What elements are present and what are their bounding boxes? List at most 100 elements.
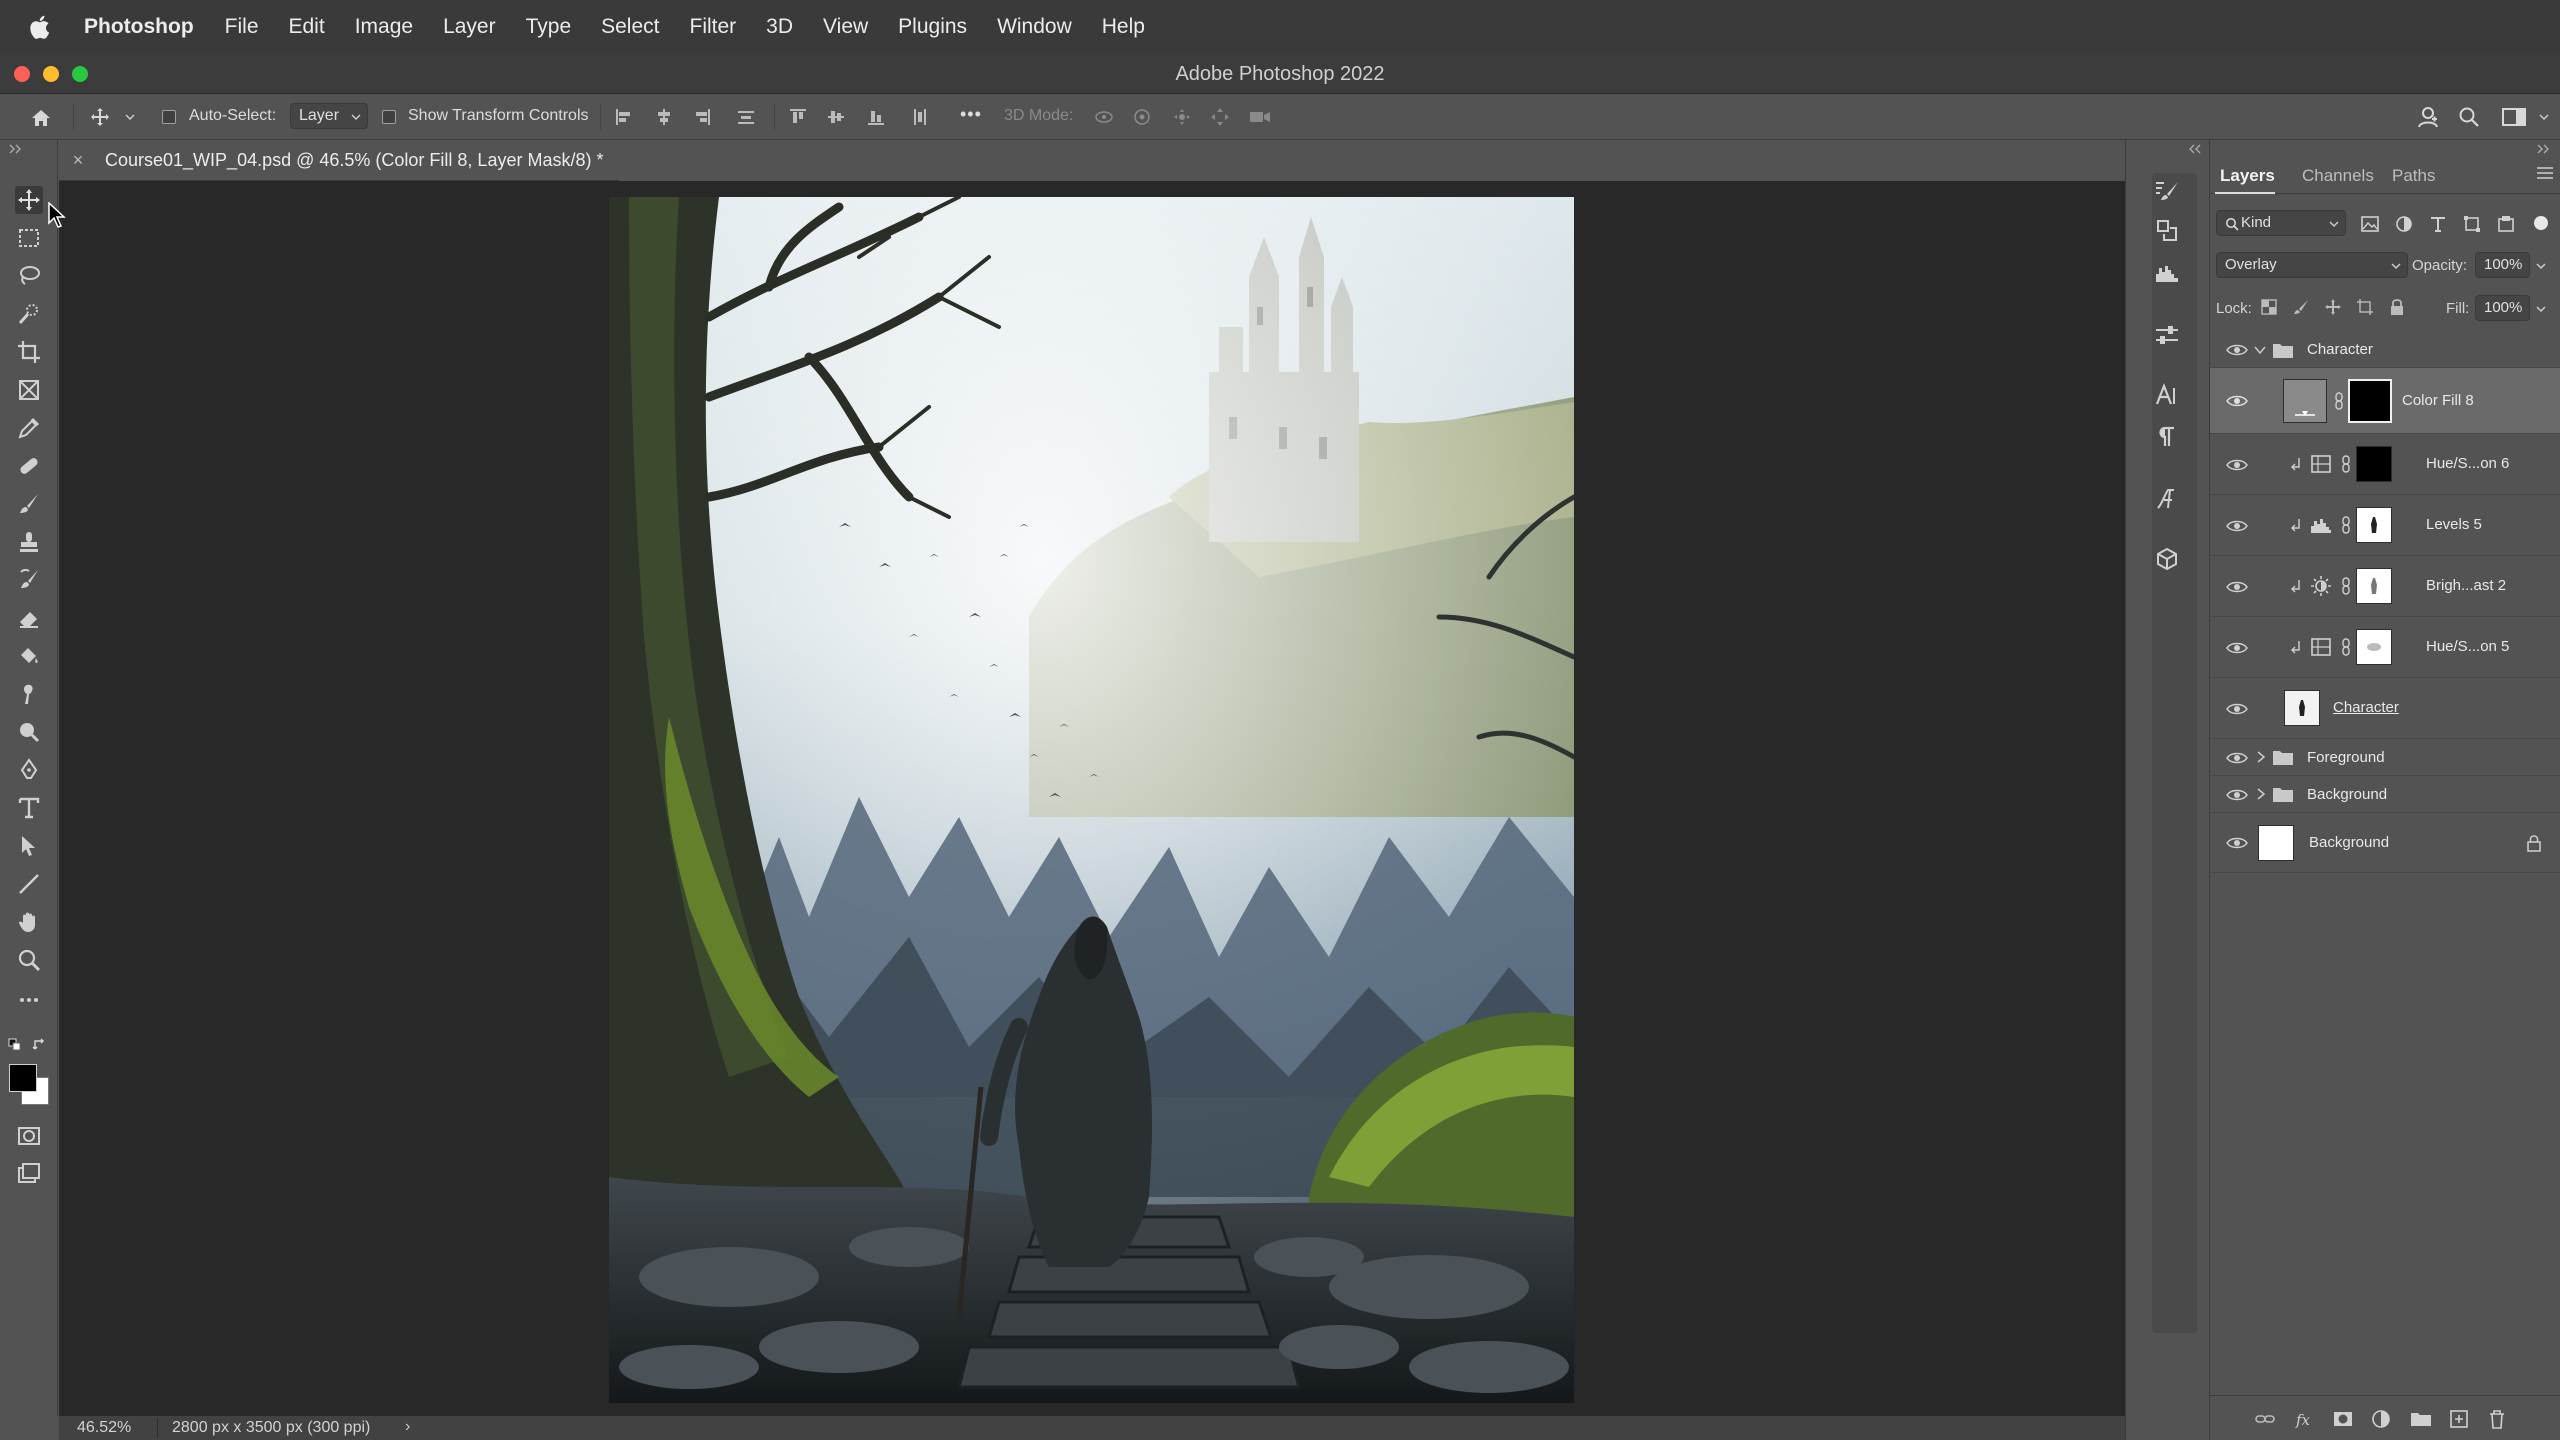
brush-tool[interactable] — [15, 490, 43, 518]
brush-settings-panel-button[interactable] — [2152, 176, 2182, 206]
lock-position-icon[interactable] — [2324, 298, 2342, 316]
lock-transparent-pixels-icon[interactable] — [2260, 298, 2278, 316]
clone-stamp-tool[interactable] — [15, 528, 43, 556]
collapse-panel-icon[interactable] — [2536, 144, 2550, 154]
filter-shape-layers-icon[interactable] — [2462, 214, 2482, 234]
distribute-horizontal-icon[interactable] — [910, 107, 930, 127]
menu-file[interactable]: File — [225, 15, 259, 39]
layer-row-character[interactable]: Character — [2210, 678, 2560, 739]
dodge-tool[interactable] — [15, 718, 43, 746]
new-adjustment-layer-icon[interactable] — [2370, 1408, 2392, 1430]
status-menu-arrow[interactable]: › — [405, 1418, 410, 1436]
eyedropper-tool[interactable] — [15, 414, 43, 442]
eye-icon[interactable] — [2226, 343, 2248, 357]
opacity-input[interactable]: 100% — [2475, 252, 2530, 278]
chevron-right-icon[interactable] — [2256, 788, 2266, 800]
chevron-down-icon[interactable] — [2536, 304, 2546, 314]
layer-filter-kind-dropdown[interactable]: Kind — [2216, 210, 2346, 236]
link-layers-icon[interactable] — [2254, 1408, 2276, 1430]
path-selection-tool[interactable] — [15, 832, 43, 860]
layer-style-fx-icon[interactable]: fx — [2294, 1408, 2316, 1430]
quick-select-tool[interactable] — [15, 300, 43, 328]
app-menu-photoshop[interactable]: Photoshop — [84, 15, 194, 39]
3d-pan-icon[interactable] — [1172, 107, 1192, 127]
collapse-panel-icon[interactable] — [2188, 144, 2202, 154]
layer-mask-thumbnail[interactable] — [2356, 629, 2392, 665]
chevron-down-icon[interactable] — [2254, 345, 2266, 355]
menu-window[interactable]: Window — [997, 15, 1072, 39]
menu-help[interactable]: Help — [1102, 15, 1145, 39]
fill-input[interactable]: 100% — [2475, 295, 2530, 321]
align-bottom-icon[interactable] — [866, 107, 886, 127]
menu-type[interactable]: Type — [526, 15, 572, 39]
swap-colors-icon[interactable] — [32, 1036, 48, 1052]
chevron-down-icon[interactable] — [124, 111, 136, 123]
show-transform-controls-checkbox[interactable] — [382, 110, 396, 124]
menu-image[interactable]: Image — [355, 15, 413, 39]
eye-icon[interactable] — [2226, 458, 2248, 472]
align-vertical-distribute-icon[interactable] — [736, 107, 756, 127]
layer-row-character-group[interactable]: Character — [2210, 332, 2560, 368]
eye-icon[interactable] — [2226, 702, 2248, 716]
paint-bucket-tool[interactable] — [15, 642, 43, 670]
link-chain-icon[interactable] — [2341, 455, 2351, 473]
blend-mode-dropdown[interactable]: Overlay — [2216, 252, 2408, 278]
chevron-right-icon[interactable] — [2256, 751, 2266, 763]
move-tool[interactable] — [15, 186, 43, 214]
marquee-tool[interactable] — [15, 224, 43, 252]
close-tab-button[interactable]: × — [67, 150, 89, 171]
align-vertical-center-icon[interactable] — [826, 107, 846, 127]
tab-paths[interactable]: Paths — [2392, 166, 2435, 186]
align-left-icon[interactable] — [614, 107, 634, 127]
menu-edit[interactable]: Edit — [289, 15, 325, 39]
edit-toolbar-button[interactable] — [15, 986, 43, 1014]
filter-toggle-switch[interactable] — [2534, 216, 2548, 230]
eye-icon[interactable] — [2226, 788, 2248, 802]
layer-row-foreground-group[interactable]: Foreground — [2210, 739, 2560, 776]
auto-select-checkbox[interactable] — [162, 110, 176, 124]
layer-row-color-fill-8[interactable]: Color Fill 8 — [2210, 368, 2560, 434]
zoom-level[interactable]: 46.52% — [77, 1419, 131, 1437]
new-group-icon[interactable] — [2410, 1408, 2432, 1430]
paragraph-panel-button[interactable] — [2152, 422, 2182, 452]
filter-pixel-layers-icon[interactable] — [2360, 214, 2380, 234]
align-right-icon[interactable] — [692, 107, 712, 127]
layer-mask-thumbnail[interactable] — [2356, 568, 2392, 604]
share-icon[interactable] — [2416, 105, 2440, 129]
menu-layer[interactable]: Layer — [443, 15, 496, 39]
lock-image-pixels-icon[interactable] — [2292, 298, 2310, 316]
link-chain-icon[interactable] — [2341, 577, 2351, 595]
layer-row-levels-5[interactable]: Levels 5 — [2210, 495, 2560, 556]
apple-icon[interactable] — [28, 14, 50, 40]
3d-slide-icon[interactable] — [1210, 107, 1230, 127]
glyphs-panel-button[interactable] — [2152, 484, 2182, 514]
document-artwork[interactable] — [609, 197, 1574, 1403]
tab-layers[interactable]: Layers — [2220, 166, 2275, 186]
trash-icon[interactable] — [2486, 1408, 2508, 1430]
filter-type-layers-icon[interactable] — [2428, 214, 2448, 234]
eye-icon[interactable] — [2226, 751, 2248, 765]
line-tool[interactable] — [15, 870, 43, 898]
hand-tool[interactable] — [15, 908, 43, 936]
eraser-tool[interactable] — [15, 604, 43, 632]
filter-adjustment-layers-icon[interactable] — [2394, 214, 2414, 234]
layer-mask-thumbnail[interactable] — [2348, 379, 2392, 423]
panel-menu-icon[interactable] — [2536, 166, 2554, 180]
pen-tool[interactable] — [15, 756, 43, 784]
zoom-tool[interactable] — [15, 946, 43, 974]
lasso-tool[interactable] — [15, 262, 43, 290]
quick-mask-button[interactable] — [15, 1122, 43, 1150]
3d-roll-icon[interactable] — [1132, 107, 1152, 127]
clone-source-panel-button[interactable] — [2152, 216, 2182, 246]
frame-tool[interactable] — [15, 376, 43, 404]
3d-orbit-icon[interactable] — [1094, 107, 1114, 127]
menu-plugins[interactable]: Plugins — [898, 15, 967, 39]
link-chain-icon[interactable] — [2334, 392, 2344, 410]
align-horizontal-center-icon[interactable] — [654, 107, 674, 127]
crop-tool[interactable] — [15, 338, 43, 366]
histogram-panel-button[interactable] — [2152, 258, 2182, 288]
menu-3d[interactable]: 3D — [766, 15, 793, 39]
lock-all-icon[interactable] — [2388, 298, 2406, 316]
tab-channels[interactable]: Channels — [2302, 166, 2374, 186]
menu-filter[interactable]: Filter — [690, 15, 737, 39]
